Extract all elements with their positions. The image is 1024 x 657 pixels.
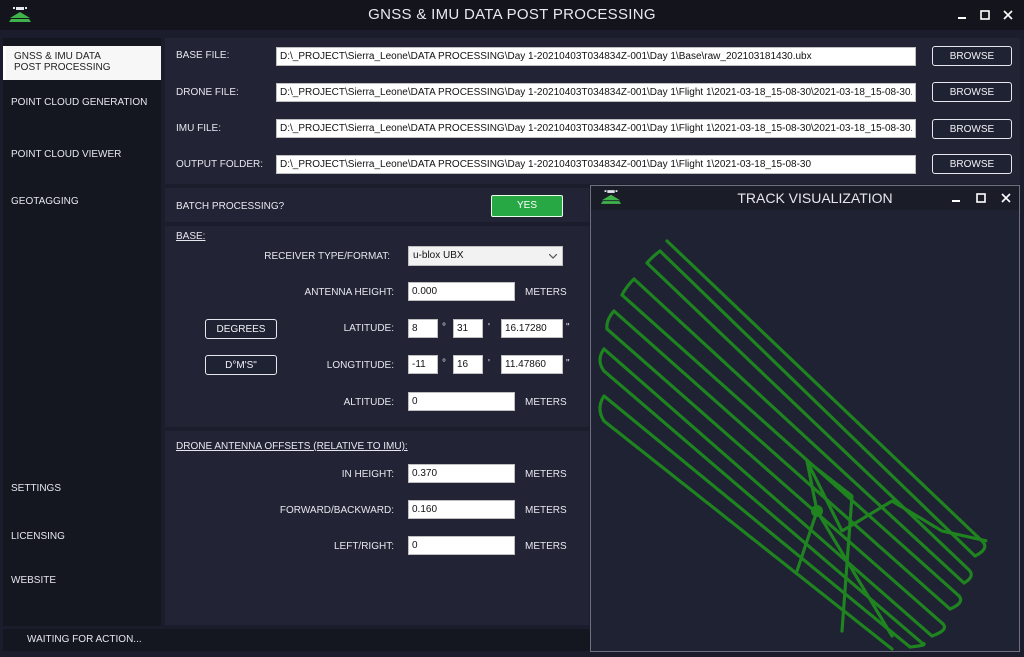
track-title-bar[interactable]: TRACK VISUALIZATION: [591, 186, 1019, 210]
second-symbol: ": [566, 358, 570, 369]
in-height-input[interactable]: [408, 464, 515, 483]
left-right-unit: METERS: [525, 541, 567, 552]
drone-file-label: DRONE FILE:: [176, 87, 239, 98]
sidebar-item-geotagging[interactable]: GEOTAGGING: [3, 196, 161, 207]
sidebar: GNSS & IMU DATA POST PROCESSING POINT CL…: [3, 38, 161, 626]
browse-imu-button[interactable]: BROWSE: [932, 119, 1012, 139]
receiver-type-select[interactable]: u-blox UBX: [408, 246, 563, 266]
browse-base-button[interactable]: BROWSE: [932, 46, 1012, 66]
track-path: [598, 239, 987, 651]
degree-symbol: °: [442, 358, 446, 369]
base-file-label: BASE FILE:: [176, 50, 230, 61]
output-folder-label: OUTPUT FOLDER:: [176, 159, 264, 170]
sidebar-item-website[interactable]: WEBSITE: [3, 575, 161, 586]
close-icon[interactable]: [997, 4, 1019, 26]
sidebar-item-point-cloud-generation[interactable]: POINT CLOUD GENERATION: [3, 97, 161, 108]
batch-processing-label: BATCH PROCESSING?: [176, 201, 285, 212]
title-bar: GNSS & IMU DATA POST PROCESSING: [0, 0, 1024, 30]
latitude-degrees-input[interactable]: [408, 319, 438, 338]
in-height-label: IN HEIGHT:: [341, 469, 394, 480]
longitude-seconds-input[interactable]: [501, 355, 563, 374]
latitude-seconds-input[interactable]: [501, 319, 563, 338]
altitude-label: ALTITUDE:: [343, 397, 394, 408]
offsets-section-title: DRONE ANTENNA OFFSETS (RELATIVE TO IMU):: [176, 441, 408, 452]
browse-drone-button[interactable]: BROWSE: [932, 82, 1012, 102]
maximize-icon[interactable]: [970, 187, 992, 209]
sidebar-item-gnss-imu[interactable]: GNSS & IMU DATA POST PROCESSING: [3, 46, 161, 80]
track-plot[interactable]: [592, 211, 1019, 651]
output-folder-input[interactable]: [276, 155, 916, 174]
longitude-minutes-input[interactable]: [453, 355, 483, 374]
in-height-unit: METERS: [525, 469, 567, 480]
offsets-panel: [165, 431, 589, 625]
sidebar-item-settings[interactable]: SETTINGS: [3, 483, 161, 494]
receiver-type-label: RECEIVER TYPE/FORMAT:: [264, 251, 390, 262]
longitude-label: LONGTITUDE:: [326, 360, 394, 371]
base-section-title: BASE:: [176, 231, 206, 242]
imu-file-label: IMU FILE:: [176, 123, 222, 134]
altitude-input[interactable]: [408, 392, 515, 411]
batch-yes-toggle[interactable]: YES: [491, 195, 563, 217]
sidebar-item-point-cloud-viewer[interactable]: POINT CLOUD VIEWER: [3, 149, 161, 160]
sidebar-item-licensing[interactable]: LICENSING: [3, 531, 161, 542]
track-visualization-window[interactable]: TRACK VISUALIZATION: [590, 185, 1020, 652]
minute-symbol: ': [488, 322, 490, 333]
degree-symbol: °: [442, 322, 446, 333]
degrees-button[interactable]: DEGREES: [205, 319, 277, 339]
left-right-input[interactable]: [408, 536, 515, 555]
status-text: WAITING FOR ACTION...: [27, 634, 142, 645]
antenna-height-input[interactable]: [408, 282, 515, 301]
antenna-height-label: ANTENNA HEIGHT:: [304, 287, 394, 298]
forward-backward-label: FORWARD/BACKWARD:: [279, 505, 394, 516]
forward-backward-input[interactable]: [408, 500, 515, 519]
dms-button[interactable]: D°M'S": [205, 355, 277, 375]
status-bar: WAITING FOR ACTION...: [3, 629, 590, 651]
antenna-height-unit: METERS: [525, 287, 567, 298]
track-transit-path: [795, 459, 989, 638]
longitude-degrees-input[interactable]: [408, 355, 438, 374]
second-symbol: ": [566, 322, 570, 333]
latitude-label: LATITUDE:: [343, 323, 394, 334]
forward-backward-unit: METERS: [525, 505, 567, 516]
latitude-minutes-input[interactable]: [453, 319, 483, 338]
chevron-down-icon: [549, 254, 557, 259]
left-right-label: LEFT/RIGHT:: [333, 541, 394, 552]
track-start-marker: [811, 505, 823, 517]
browse-output-button[interactable]: BROWSE: [932, 154, 1012, 174]
drone-file-input[interactable]: [276, 83, 916, 102]
minimize-icon[interactable]: [951, 4, 973, 26]
receiver-type-value: u-blox UBX: [413, 250, 464, 261]
imu-file-input[interactable]: [276, 119, 916, 138]
altitude-unit: METERS: [525, 397, 567, 408]
minute-symbol: ': [488, 358, 490, 369]
app-title: GNSS & IMU DATA POST PROCESSING: [368, 6, 656, 23]
base-file-input[interactable]: [276, 47, 916, 66]
maximize-icon[interactable]: [974, 4, 996, 26]
minimize-icon[interactable]: [945, 187, 967, 209]
close-icon[interactable]: [995, 187, 1017, 209]
